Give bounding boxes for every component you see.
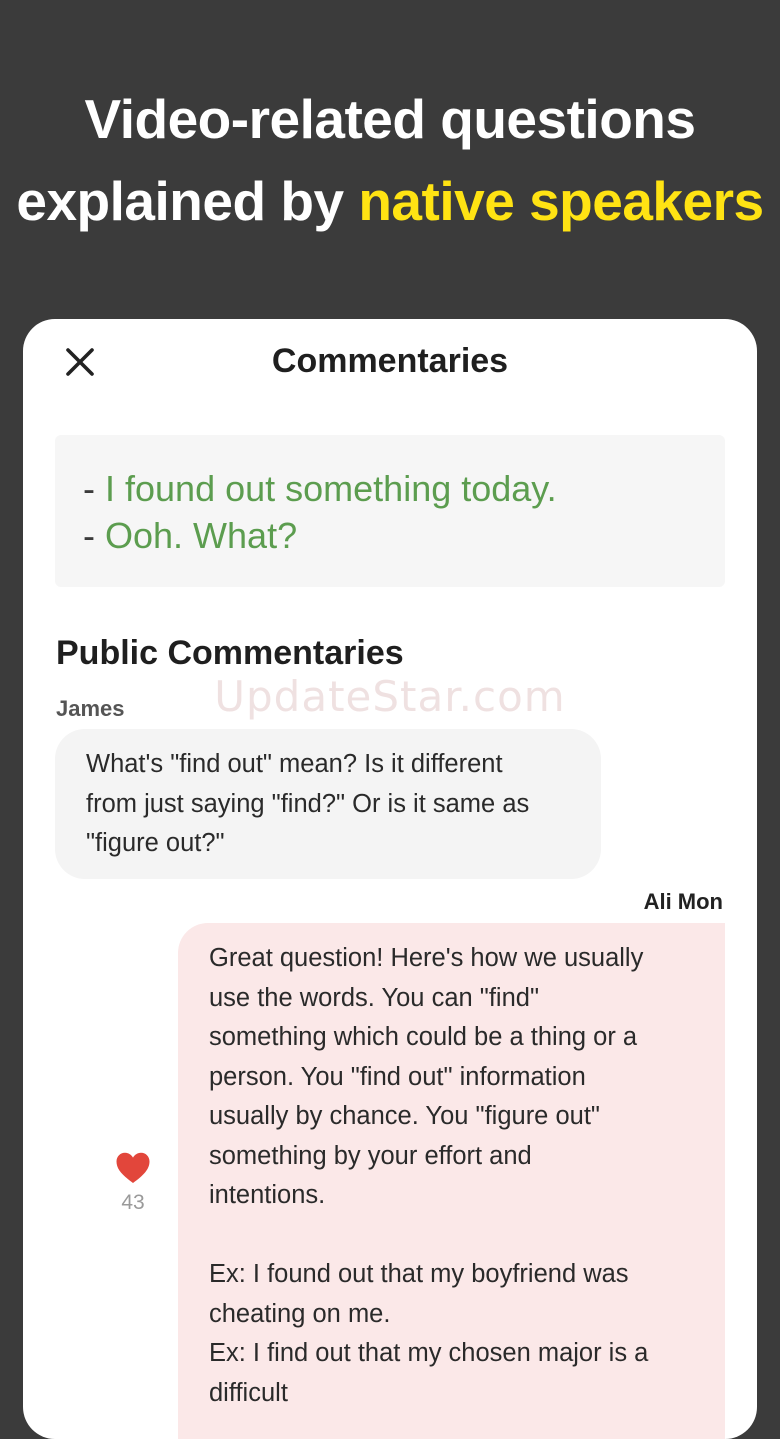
comment-bubble-question[interactable]: What's "find out" mean? Is it different … [55, 729, 601, 879]
comment-line: intentions. [209, 1181, 326, 1209]
comment-author: Ali Mon [643, 889, 723, 914]
quote-dash: - [83, 468, 105, 509]
comment-line: person. You "find out" information [209, 1062, 586, 1091]
quote-line: - I found out something today. [83, 465, 725, 512]
comment-bubble-answer[interactable]: Great question! Here's how we usually us… [178, 923, 725, 1439]
comment-line: Ex: I find out that my chosen major is a [209, 1339, 649, 1367]
comment-author: James [56, 696, 125, 721]
commentaries-sheet: Commentaries - I found out something tod… [23, 319, 757, 1439]
comment-line: What's "find out" mean? Is it different [86, 750, 503, 778]
comment-line: difficult [209, 1378, 288, 1407]
like-button[interactable]: 43 [115, 1151, 151, 1215]
heart-icon [116, 1152, 150, 1183]
comment-line: use the words. You can "find" [209, 983, 539, 1012]
public-commentaries-title: Public Commentaries [56, 634, 404, 672]
headline-plain-text: explained by [16, 170, 359, 232]
comment-line: Great question! Here's how we usually [209, 944, 644, 972]
comment-line: cheating on me. [209, 1299, 391, 1328]
comment-line: something which could be a thing or a [209, 1023, 638, 1051]
quote-dash: - [83, 515, 105, 556]
comment-line: something by your effort and [209, 1141, 532, 1170]
quote-line: - Ooh. What? [83, 512, 725, 559]
quote-text: Ooh. What? [105, 515, 298, 556]
headline-line-2: explained by native speakers [0, 160, 780, 242]
comment-line: usually by chance. You "figure out" [209, 1102, 600, 1130]
comment-line: from just saying "find?" Or is it same a… [86, 789, 530, 818]
like-count: 43 [121, 1191, 145, 1214]
quote-text: I found out something today. [105, 468, 557, 509]
headline-accent-text: native speakers [358, 170, 764, 232]
comment-line: "figure out?" [86, 829, 225, 858]
subtitle-quote-box: - I found out something today. - Ooh. Wh… [55, 435, 725, 587]
comment-line: Ex: I found out that my boyfriend was [209, 1260, 629, 1288]
sheet-title: Commentaries [271, 342, 509, 380]
headline: Video-related questions explained by nat… [0, 78, 780, 242]
headline-line-1: Video-related questions [84, 88, 696, 150]
